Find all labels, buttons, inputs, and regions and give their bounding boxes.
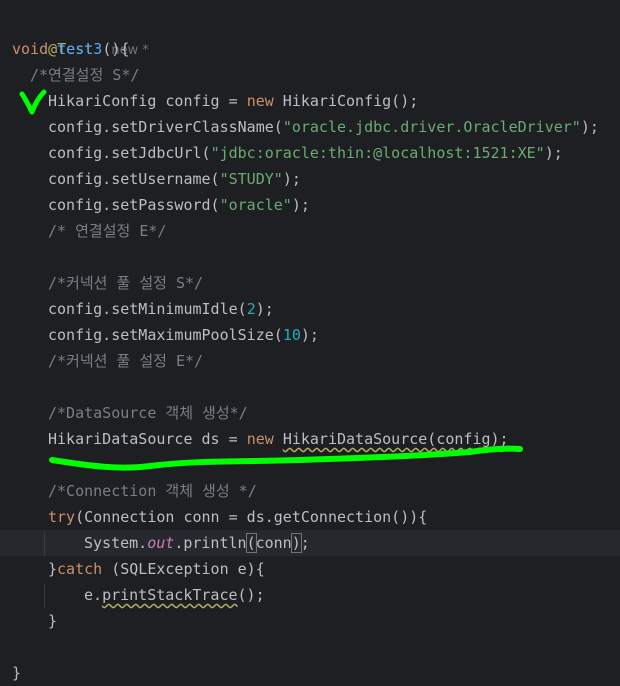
keyword-new: new [246,430,274,448]
code-line-method-signature[interactable]: void test3(){ [12,36,129,62]
keyword-try: try [48,508,76,526]
warning-squiggle-text[interactable]: printStackTrace [102,586,237,604]
field-out: out [147,534,175,552]
code-text: config.setDriverClassName( [48,118,283,136]
indent-guide [44,532,45,556]
code-text: (); [237,586,265,604]
code-line[interactable]: config.setMaximumPoolSize(10); [48,322,319,348]
code-line[interactable]: config.setUsername("STUDY"); [48,166,301,192]
matched-paren: ( [245,533,257,553]
code-text: ; [300,534,310,552]
code-text: config.setJdbcUrl( [48,144,211,162]
code-text: e. [84,586,103,604]
code-line[interactable]: config.setJdbcUrl("jdbc:oracle:thin:@loc… [48,140,563,166]
number-literal: 10 [282,326,301,344]
code-text: ); [255,300,274,318]
code-text: config.setMaximumPoolSize( [48,326,283,344]
comment-line[interactable]: /* 연결설정 E*/ [48,218,166,244]
code-text: ); [282,170,301,188]
method-name: test3 [57,40,103,58]
green-checkmark [19,89,47,115]
code-text: ); [580,118,599,136]
code-line-current[interactable]: System.out.println(conn); [84,530,310,556]
string-literal: "oracle" [219,196,292,214]
code-line[interactable]: } [48,608,57,634]
code-text: HikariDataSource ds = [48,430,247,448]
code-text: ); [291,196,310,214]
code-text: .println [174,534,247,552]
comment-line[interactable]: /*DataSource 객체 생성*/ [48,400,248,426]
string-literal: "STUDY" [219,170,283,188]
comment-line[interactable]: /*Connection 객체 생성 */ [48,478,257,504]
code-line[interactable]: try(Connection conn = ds.getConnection()… [48,504,427,530]
code-line[interactable]: HikariConfig config = new HikariConfig()… [48,88,418,114]
string-literal: "jdbc:oracle:thin:@localhost:1521:XE" [210,144,545,162]
code-editor[interactable]: @Test new * void test3(){ /*연결설정 S*/ Hik… [0,0,620,682]
code-text: HikariConfig config = [48,92,247,110]
code-line[interactable]: config.setDriverClassName("oracle.jdbc.d… [48,114,599,140]
code-text: HikariConfig(); [273,92,419,110]
code-text: ); [300,326,319,344]
signature-brace: (){ [102,40,130,58]
code-line[interactable]: e.printStackTrace(); [84,582,265,608]
code-text: System. [84,534,148,552]
code-text: (Connection conn = ds.getConnection()){ [75,508,428,526]
code-text: config.setMinimumIdle( [48,300,247,318]
code-line[interactable]: config.setMinimumIdle(2); [48,296,274,322]
code-text: } [48,560,58,578]
comment-line[interactable]: /*커넥션 풀 설정 E*/ [48,348,203,374]
code-text: config.setUsername( [48,170,220,188]
code-line[interactable]: }catch (SQLException e){ [48,556,265,582]
string-literal: "oracle.jdbc.driver.OracleDriver" [282,118,581,136]
code-line-annotation[interactable]: @Test new * [12,10,149,58]
matched-paren: ) [290,533,302,553]
keyword-catch: catch [57,560,103,578]
comment-line[interactable]: /*연결설정 S*/ [30,62,139,88]
comment-line[interactable]: /*커넥션 풀 설정 S*/ [48,270,203,296]
warning-squiggle-text[interactable]: HikariDataSource(config); [283,430,509,448]
code-text: conn [255,534,292,552]
code-line[interactable]: HikariDataSource ds = new HikariDataSour… [48,426,509,452]
code-text: config.setPassword( [48,196,220,214]
code-text: (SQLException e){ [102,560,265,578]
code-line[interactable]: config.setPassword("oracle"); [48,192,310,218]
code-line[interactable]: } [12,660,21,686]
code-text: ); [544,144,563,162]
number-literal: 2 [246,300,256,318]
indent-guide [44,584,45,608]
keyword-void: void [12,40,49,58]
keyword-new: new [246,92,274,110]
